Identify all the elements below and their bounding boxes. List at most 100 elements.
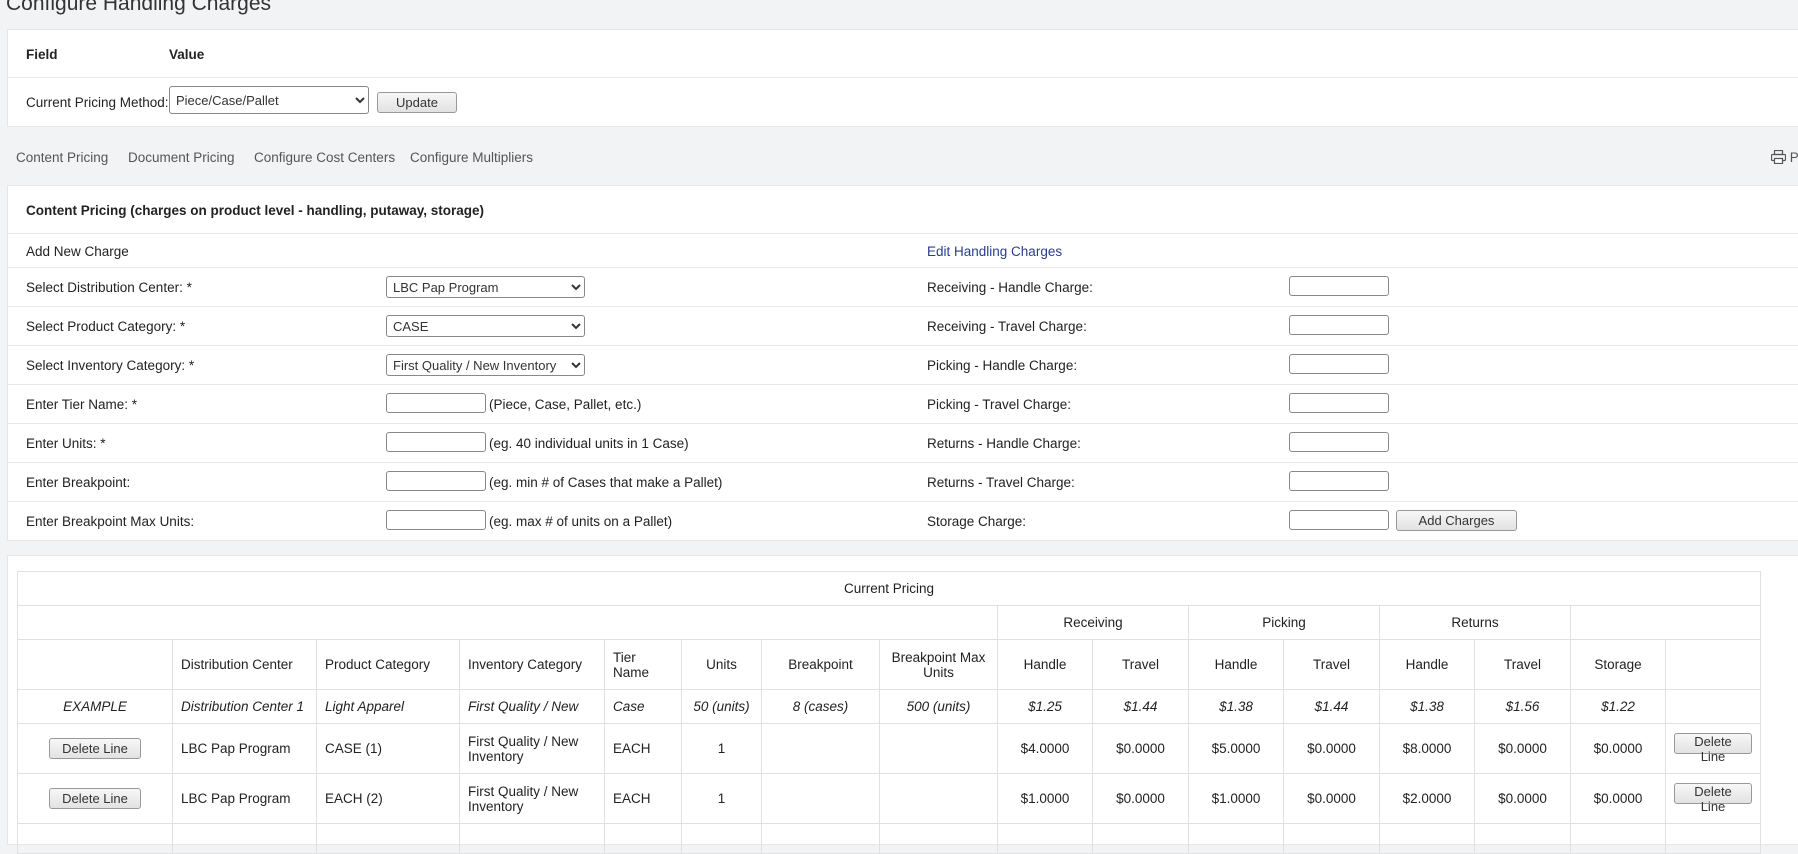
group-picking: Picking	[1188, 605, 1380, 640]
edit-handling-charges-link[interactable]: Edit Handling Charges	[927, 244, 1062, 259]
tier-name-input[interactable]	[386, 393, 486, 413]
table-cell: LBC Pap Program	[172, 773, 317, 824]
returns-handle-input[interactable]	[1289, 432, 1389, 452]
current-pricing-table: Current Pricing Receiving Picking Return…	[17, 571, 1761, 854]
table-cell: First Quality / New Inventory	[459, 773, 605, 824]
table-row: Delete Line LBC Pap Program EACH (2) Fir…	[17, 773, 1761, 824]
breakpoint-max-units-input[interactable]	[386, 510, 486, 530]
column-header: Handle	[997, 639, 1093, 690]
table-cell: LBC Pap Program	[172, 723, 317, 774]
table-cell: EACH (2)	[316, 773, 460, 824]
table-cell: Case	[604, 689, 682, 724]
tab-document-pricing[interactable]: Document Pricing	[128, 150, 235, 165]
inventory-category-select[interactable]: First Quality / New Inventory	[386, 354, 585, 376]
storage-charge-input[interactable]	[1289, 510, 1389, 530]
table-cell	[879, 773, 998, 824]
table-cell: $0.0000	[1283, 723, 1380, 774]
table-cell: $0.0000	[1474, 723, 1571, 774]
table-cell: $8.0000	[1379, 723, 1475, 774]
picking-handle-label: Picking - Handle Charge:	[927, 358, 1078, 373]
breakpoint-label: Enter Breakpoint:	[26, 475, 131, 490]
breakpoint-hint: (eg. min # of Cases that make a Pallet)	[489, 475, 723, 490]
receiving-handle-label: Receiving - Handle Charge:	[927, 280, 1093, 295]
table-cell: $1.0000	[1188, 773, 1284, 824]
table-cell: 1	[681, 773, 762, 824]
tab-configure-multipliers[interactable]: Configure Multipliers	[410, 150, 533, 165]
column-header: Breakpoint Max Units	[879, 639, 998, 690]
table-cell: CASE (1)	[316, 723, 460, 774]
table-row: Delete Line LBC Pap Program CASE (1) Fir…	[17, 723, 1761, 774]
table-cell: $1.56	[1474, 689, 1571, 724]
delete-line-button[interactable]: Delete Line	[1674, 783, 1752, 814]
delete-line-button[interactable]: Delete Line	[49, 738, 141, 759]
table-cell: $0.0000	[1283, 773, 1380, 824]
units-hint: (eg. 40 individual units in 1 Case)	[489, 436, 689, 451]
pricing-method-label: Current Pricing Method:	[26, 95, 169, 110]
print-label: P	[1789, 150, 1798, 165]
column-header: Travel	[1283, 639, 1380, 690]
table-cell	[761, 773, 880, 824]
delete-line-button[interactable]: Delete Line	[49, 788, 141, 809]
table-cell: 50 (units)	[681, 689, 762, 724]
content-pricing-card: Content Pricing (charges on product leve…	[7, 185, 1798, 541]
printer-icon	[1770, 149, 1787, 165]
receiving-handle-input[interactable]	[1289, 276, 1389, 296]
table-cell: $1.25	[997, 689, 1093, 724]
pricing-method-card: Field Value Current Pricing Method: Piec…	[7, 29, 1798, 127]
add-charges-button[interactable]: Add Charges	[1396, 510, 1517, 531]
group-receiving: Receiving	[997, 605, 1189, 640]
returns-travel-input[interactable]	[1289, 471, 1389, 491]
table-row	[17, 823, 1761, 854]
breakpoint-max-units-hint: (eg. max # of units on a Pallet)	[489, 514, 673, 529]
tab-content-pricing[interactable]: Content Pricing	[16, 150, 108, 165]
pricing-method-select[interactable]: Piece/Case/Pallet	[169, 86, 369, 114]
table-cell: EACH	[604, 773, 682, 824]
distribution-center-select[interactable]: LBC Pap Program	[386, 276, 585, 298]
breakpoint-max-units-label: Enter Breakpoint Max Units:	[26, 514, 195, 529]
table-cell: $1.44	[1283, 689, 1380, 724]
table-cell: $0.0000	[1092, 723, 1189, 774]
product-category-select[interactable]: CASE	[386, 315, 585, 337]
current-pricing-title: Current Pricing	[17, 571, 1761, 606]
content-pricing-heading: Content Pricing (charges on product leve…	[26, 203, 485, 218]
picking-travel-input[interactable]	[1289, 393, 1389, 413]
units-label: Enter Units: *	[26, 436, 106, 451]
tier-name-label: Enter Tier Name: *	[26, 397, 138, 412]
delete-line-button[interactable]: Delete Line	[1674, 733, 1752, 764]
storage-charge-label: Storage Charge:	[927, 514, 1027, 529]
inventory-category-label: Select Inventory Category: *	[26, 358, 195, 373]
picking-travel-label: Picking - Travel Charge:	[927, 397, 1072, 412]
table-cell: First Quality / New Inventory	[459, 723, 605, 774]
table-cell: Distribution Center 1	[172, 689, 317, 724]
update-button[interactable]: Update	[377, 92, 457, 113]
page-title: Configure Handling Charges	[6, 0, 271, 15]
field-header: Field	[26, 47, 58, 62]
product-category-label: Select Product Category: *	[26, 319, 186, 334]
column-header-row: Distribution Center Product Category Inv…	[17, 639, 1761, 690]
breakpoint-input[interactable]	[386, 471, 486, 491]
print-link[interactable]: P	[1770, 149, 1798, 165]
table-cell: First Quality / New	[459, 689, 605, 724]
table-cell: $1.38	[1188, 689, 1284, 724]
column-header: Travel	[1474, 639, 1571, 690]
units-input[interactable]	[386, 432, 486, 452]
table-cell: $0.0000	[1570, 723, 1666, 774]
column-header: Units	[681, 639, 762, 690]
table-cell: 8 (cases)	[761, 689, 880, 724]
value-header: Value	[169, 47, 205, 62]
table-cell: $0.0000	[1474, 773, 1571, 824]
table-cell: Light Apparel	[316, 689, 460, 724]
example-label: EXAMPLE	[17, 689, 173, 724]
group-returns: Returns	[1379, 605, 1571, 640]
column-header: Handle	[1379, 639, 1475, 690]
column-header: Storage	[1570, 639, 1666, 690]
picking-handle-input[interactable]	[1289, 354, 1389, 374]
column-header: Handle	[1188, 639, 1284, 690]
receiving-travel-label: Receiving - Travel Charge:	[927, 319, 1087, 334]
column-header: Distribution Center	[172, 639, 317, 690]
returns-handle-label: Returns - Handle Charge:	[927, 436, 1081, 451]
tab-configure-cost-centers[interactable]: Configure Cost Centers	[254, 150, 395, 165]
table-cell: $1.38	[1379, 689, 1475, 724]
receiving-travel-input[interactable]	[1289, 315, 1389, 335]
distribution-center-label: Select Distribution Center: *	[26, 280, 192, 295]
